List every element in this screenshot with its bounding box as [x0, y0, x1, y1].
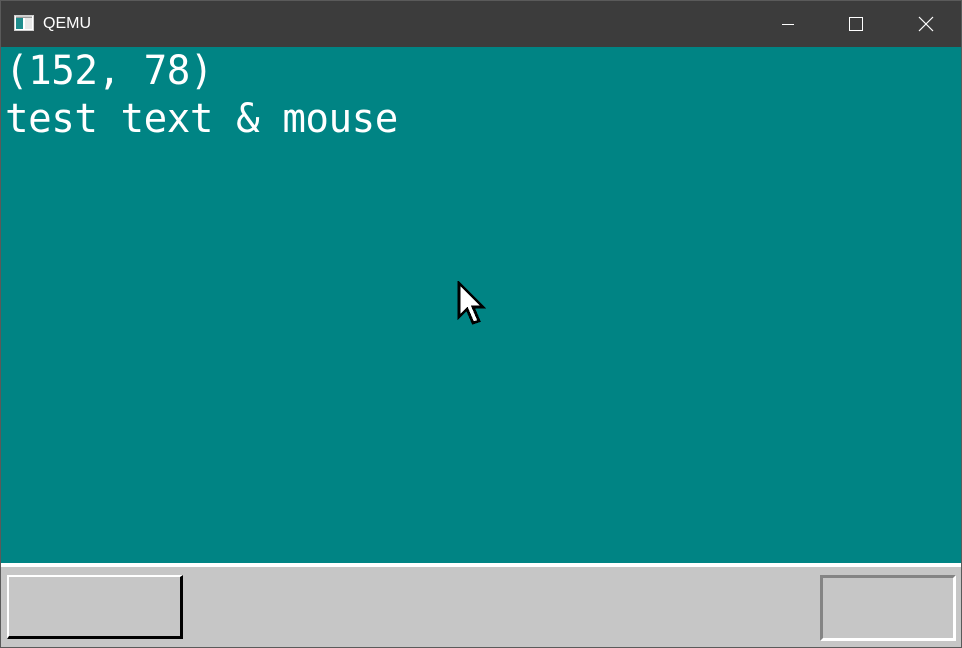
mouse-coordinates-text: (152, 78)	[5, 48, 214, 94]
window-title: QEMU	[43, 15, 91, 32]
guest-screen[interactable]: (152, 78) test text & mouse	[1, 47, 961, 563]
arrow-cursor-icon	[457, 281, 487, 325]
taskbar	[1, 567, 961, 647]
close-icon	[918, 16, 934, 32]
close-button[interactable]	[903, 1, 949, 47]
minimize-icon	[782, 24, 794, 25]
start-button[interactable]	[7, 575, 183, 639]
maximize-icon	[849, 17, 863, 31]
system-tray	[820, 575, 956, 641]
minimize-button[interactable]	[765, 1, 811, 47]
maximize-button[interactable]	[833, 1, 879, 47]
title-bar[interactable]: QEMU	[1, 1, 961, 47]
qemu-app-icon	[14, 15, 34, 31]
test-message-text: test text & mouse	[5, 96, 398, 142]
qemu-window: QEMU (152, 78) test text & mouse	[0, 0, 962, 648]
